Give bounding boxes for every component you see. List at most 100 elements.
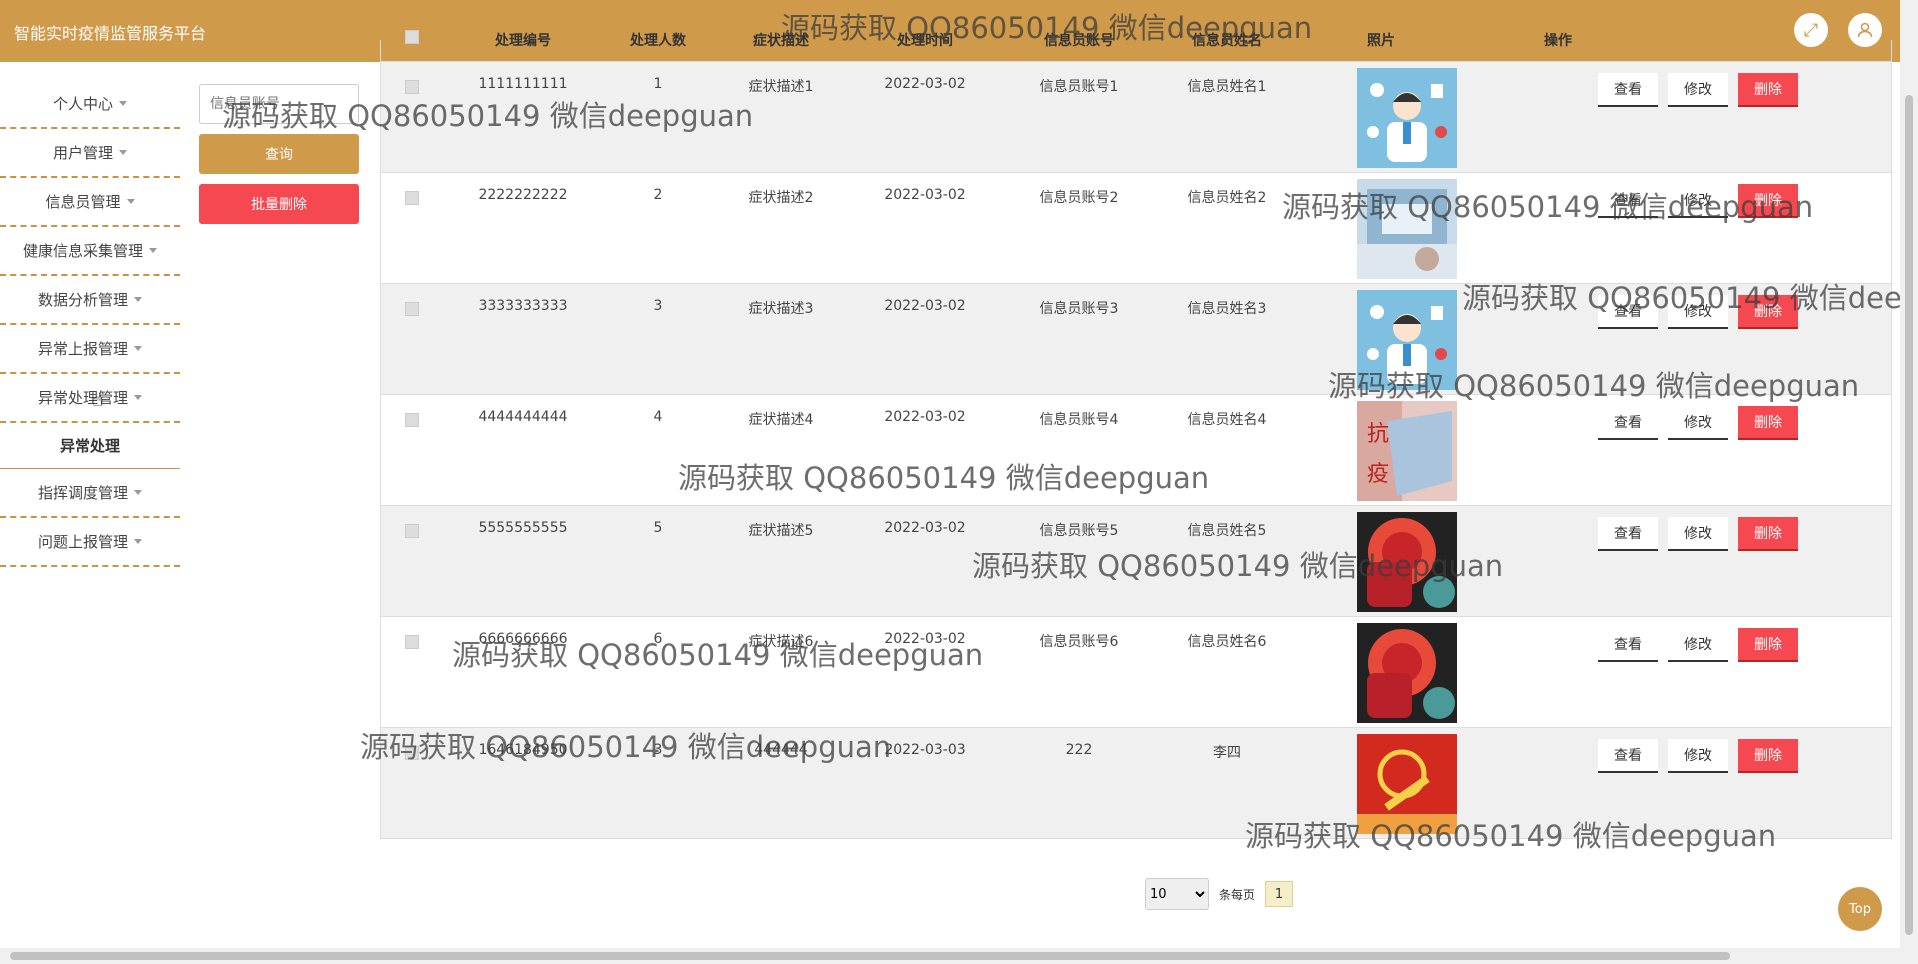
cell-name: 信息员姓名6: [1187, 634, 1267, 650]
cell-account: 信息员账号4: [1039, 412, 1119, 428]
delete-button[interactable]: 删除: [1738, 628, 1798, 662]
sidebar-item[interactable]: 异常上报管理: [0, 325, 180, 374]
column-header[interactable]: 处理编号: [463, 30, 583, 50]
cell-account: 信息员账号6: [1039, 634, 1119, 650]
edit-button[interactable]: 修改: [1668, 628, 1728, 662]
sidebar-item[interactable]: 问题上报管理: [0, 518, 180, 567]
table-row: 1111111111 1 症状描述1 2022-03-02 信息员账号1 信息员姓名1 查看…: [381, 62, 1891, 173]
hand-cursor-icon: ☝: [92, 390, 103, 411]
sidebar-item[interactable]: 个人中心: [0, 80, 180, 129]
edit-button[interactable]: 修改: [1668, 184, 1728, 218]
batch-delete-button[interactable]: 批量删除: [199, 184, 359, 224]
column-header[interactable]: 处理人数: [598, 30, 718, 50]
column-header[interactable]: 信息员账号: [1019, 30, 1139, 50]
row-checkbox[interactable]: [405, 524, 419, 538]
delete-button[interactable]: 删除: [1738, 739, 1798, 773]
view-button[interactable]: 查看: [1598, 628, 1658, 662]
cell-count: 5: [653, 520, 663, 536]
page-number-button[interactable]: 1: [1265, 881, 1294, 907]
view-button[interactable]: 查看: [1598, 406, 1658, 440]
delete-button[interactable]: 删除: [1738, 184, 1798, 218]
delete-button[interactable]: 删除: [1738, 73, 1798, 107]
edit-button[interactable]: 修改: [1668, 406, 1728, 440]
row-checkbox[interactable]: [405, 80, 419, 94]
sidebar-menu: 个人中心用户管理信息员管理 健康信息采集管理 数据分析管理异常上报管理异常处理管理 ☝…: [0, 80, 180, 567]
cell-name: 李四: [1213, 745, 1241, 761]
table-row: 5555555555 5 症状描述5 2022-03-02 信息员账号5 信息员姓名5 查看…: [381, 506, 1891, 617]
row-checkbox[interactable]: [405, 191, 419, 205]
caret-down-icon: [126, 199, 135, 204]
search-input[interactable]: [199, 84, 359, 124]
row-checkbox[interactable]: [405, 746, 419, 760]
cell-name: 信息员姓名4: [1187, 412, 1267, 428]
row-checkbox[interactable]: [405, 413, 419, 427]
row-photo[interactable]: [1357, 68, 1457, 168]
delete-button[interactable]: 删除: [1738, 406, 1798, 440]
row-photo[interactable]: [1357, 512, 1457, 612]
view-button[interactable]: 查看: [1598, 517, 1658, 551]
view-button[interactable]: 查看: [1598, 184, 1658, 218]
edit-button[interactable]: 修改: [1668, 295, 1728, 329]
sidebar-item[interactable]: 用户管理: [0, 129, 180, 178]
edit-button[interactable]: 修改: [1668, 739, 1728, 773]
cell-id: 1646184950: [478, 742, 568, 758]
sidebar-item-label: 用户管理: [52, 144, 113, 162]
cell-desc: 症状描述1: [748, 79, 814, 95]
select-all-checkbox[interactable]: [405, 30, 419, 44]
column-header[interactable]: 信息员姓名: [1167, 30, 1287, 50]
sidebar-item[interactable]: 异常处理: [0, 423, 180, 469]
column-header[interactable]: 操作: [1498, 30, 1618, 50]
delete-button[interactable]: 删除: [1738, 517, 1798, 551]
sidebar-item[interactable]: 异常处理管理 ☝: [0, 374, 180, 423]
view-button[interactable]: 查看: [1598, 295, 1658, 329]
table-header: 处理编号 处理人数 症状描述 处理时间 信息员账号 信息员姓名 照片 操作: [381, 22, 1891, 62]
cell-account: 信息员账号5: [1039, 523, 1119, 539]
edit-button[interactable]: 修改: [1668, 73, 1728, 107]
cell-account: 信息员账号3: [1039, 301, 1119, 317]
cell-date: 2022-03-02: [884, 76, 966, 92]
column-header[interactable]: 照片: [1321, 30, 1441, 50]
cell-name: 信息员姓名1: [1187, 79, 1267, 95]
cell-id: 4444444444: [478, 409, 568, 425]
delete-button[interactable]: 删除: [1738, 295, 1798, 329]
cell-name: 信息员姓名3: [1187, 301, 1267, 317]
sidebar-item-label: 异常上报管理: [37, 340, 128, 358]
sidebar-item[interactable]: 指挥调度管理: [0, 469, 180, 518]
vertical-scrollbar[interactable]: [1900, 0, 1918, 964]
sidebar-item[interactable]: 信息员管理: [0, 178, 180, 227]
table-row: 3333333333 3 症状描述3 2022-03-02 信息员账号3 信息员姓名3 查看…: [381, 284, 1891, 395]
cell-id: 3333333333: [478, 298, 568, 314]
cell-account: 信息员账号1: [1039, 79, 1119, 95]
row-photo[interactable]: [1357, 734, 1457, 834]
column-header[interactable]: 症状描述: [721, 30, 841, 50]
cell-desc: 症状描述3: [748, 301, 814, 317]
view-button[interactable]: 查看: [1598, 739, 1658, 773]
data-table: 处理编号 处理人数 症状描述 处理时间 信息员账号 信息员姓名 照片 操作 111111111…: [380, 30, 1892, 839]
query-button[interactable]: 查询: [199, 134, 359, 174]
cell-count: 6: [653, 631, 663, 647]
sidebar-item[interactable]: 数据分析管理: [0, 276, 180, 325]
view-button[interactable]: 查看: [1598, 73, 1658, 107]
cell-id: 1111111111: [478, 76, 568, 92]
row-photo[interactable]: 抗疫: [1357, 401, 1457, 501]
caret-down-icon: [134, 490, 142, 495]
caret-down-icon: [134, 297, 142, 302]
row-photo[interactable]: [1357, 623, 1457, 723]
cell-id: 2222222222: [478, 187, 568, 203]
back-to-top-button[interactable]: Top: [1838, 887, 1882, 931]
row-photo[interactable]: [1357, 290, 1457, 390]
edit-button[interactable]: 修改: [1668, 517, 1728, 551]
cell-name: 信息员姓名5: [1187, 523, 1267, 539]
cell-desc: 症状描述2: [748, 190, 814, 206]
horizontal-scrollbar[interactable]: [0, 948, 1900, 964]
page-size-select[interactable]: 10: [1145, 878, 1209, 910]
row-photo[interactable]: [1357, 179, 1457, 279]
cell-account: 222: [1065, 742, 1093, 758]
cell-count: 2: [653, 187, 663, 203]
sidebar-item[interactable]: 健康信息采集管理: [0, 227, 180, 276]
cell-id: 6666666666: [478, 631, 568, 647]
row-checkbox[interactable]: [405, 635, 419, 649]
row-checkbox[interactable]: [405, 302, 419, 316]
cell-desc: 症状描述6: [748, 634, 814, 650]
column-header[interactable]: 处理时间: [865, 30, 985, 50]
